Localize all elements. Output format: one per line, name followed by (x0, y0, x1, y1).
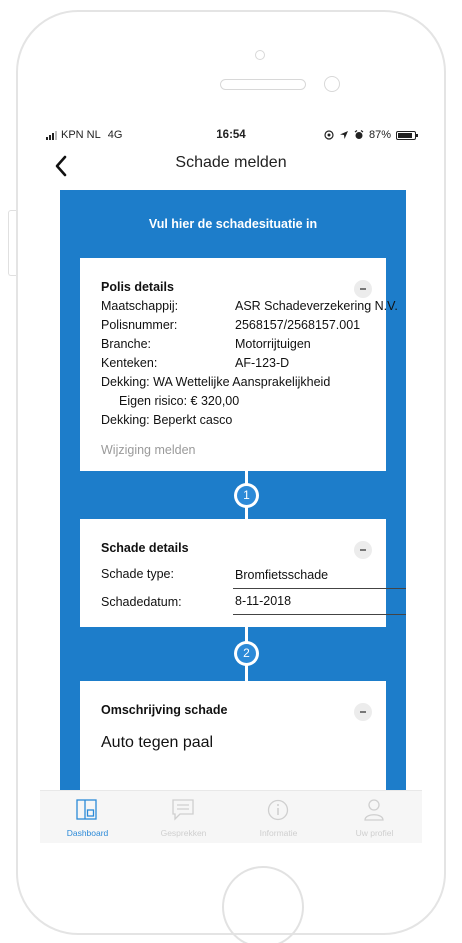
dekking-wa: Dekking: WA Wettelijke Aansprakelijkheid (101, 375, 331, 389)
wijziging-melden-link[interactable]: Wijziging melden (101, 443, 195, 457)
label-kenteken: Kenteken: (101, 356, 158, 370)
alarm-icon (354, 130, 364, 139)
tab-label: Gesprekken (160, 828, 207, 838)
step-indicator-2: 2 (234, 641, 259, 666)
step-number: 1 (237, 486, 256, 505)
battery-percent: 87% (368, 129, 391, 141)
value-kenteken: AF-123-D (235, 356, 290, 370)
label-maatschappij: Maatschappij: (101, 299, 179, 313)
label-branche: Branche: (101, 337, 152, 351)
info-icon (267, 799, 289, 821)
card-title: Schade details (101, 541, 189, 555)
polis-details-card: Polis details Maatschappij: ASR Schadeve… (80, 258, 398, 471)
schadedatum-field[interactable]: 8-11-2018 (235, 594, 406, 612)
tab-bar: Dashboard Gesprekken Informatie Uw profi… (40, 790, 422, 843)
collapse-icon[interactable] (354, 703, 372, 721)
collapse-icon[interactable] (354, 541, 372, 559)
step-number: 2 (237, 644, 256, 663)
tab-informatie[interactable]: Informatie (231, 791, 326, 843)
eigen-risico: Eigen risico: € 320,00 (119, 394, 240, 408)
value-maatschappij: ASR Schadeverzekering N.V. (235, 299, 398, 313)
side-volume-button (8, 210, 16, 276)
battery-icon (396, 130, 418, 140)
at-sign-icon (324, 130, 334, 140)
location-arrow-icon (339, 131, 348, 139)
card-title: Omschrijving schade (101, 703, 228, 717)
dekking-casco: Dekking: Beperkt casco (101, 413, 233, 427)
front-camera (255, 50, 265, 60)
dashboard-icon (76, 799, 97, 820)
collapse-icon[interactable] (354, 280, 372, 298)
label-polisnummer: Polisnummer: (101, 318, 178, 332)
user-icon (364, 799, 384, 821)
field-underline (233, 588, 406, 589)
instruction-banner: Vul hier de schadesituatie in (148, 217, 318, 231)
tab-gesprekken[interactable]: Gesprekken (136, 791, 231, 843)
content-area: Vul hier de schadesituatie in Polis deta… (60, 190, 406, 790)
card-title: Polis details (101, 280, 174, 294)
page-title: Schade melden (175, 154, 287, 171)
home-button[interactable] (222, 866, 304, 943)
tab-label: Dashboard (66, 828, 109, 838)
schade-details-card: Schade details Schade type: Bromfietssch… (80, 519, 406, 627)
chat-icon (172, 799, 194, 821)
value-polisnummer: 2568157/2568157.001 (235, 318, 361, 332)
omschrijving-card: Omschrijving schade Auto tegen paal (80, 681, 386, 790)
label-schade-type: Schade type: (101, 567, 174, 581)
field-underline (233, 614, 406, 615)
schade-type-field[interactable]: Bromfietsschade (235, 568, 406, 586)
app-screen: KPN NL 4G 16:54 87% Schade melden Vul hi… (40, 118, 422, 843)
status-bar: KPN NL 4G 16:54 87% (40, 126, 422, 146)
tab-label: Informatie (259, 828, 298, 838)
tab-dashboard[interactable]: Dashboard (40, 791, 135, 843)
earpiece-speaker (220, 79, 306, 90)
step-indicator-1: 1 (234, 483, 259, 508)
tab-uw-profiel[interactable]: Uw profiel (327, 791, 422, 843)
tab-label: Uw profiel (355, 828, 394, 838)
label-schadedatum: Schadedatum: (101, 595, 182, 609)
proximity-sensor (324, 76, 340, 92)
omschrijving-text[interactable]: Auto tegen paal (101, 734, 213, 752)
status-right: 87% (324, 129, 418, 141)
value-branche: Motorrijtuigen (235, 337, 311, 351)
navigation-bar: Schade melden (40, 146, 422, 186)
